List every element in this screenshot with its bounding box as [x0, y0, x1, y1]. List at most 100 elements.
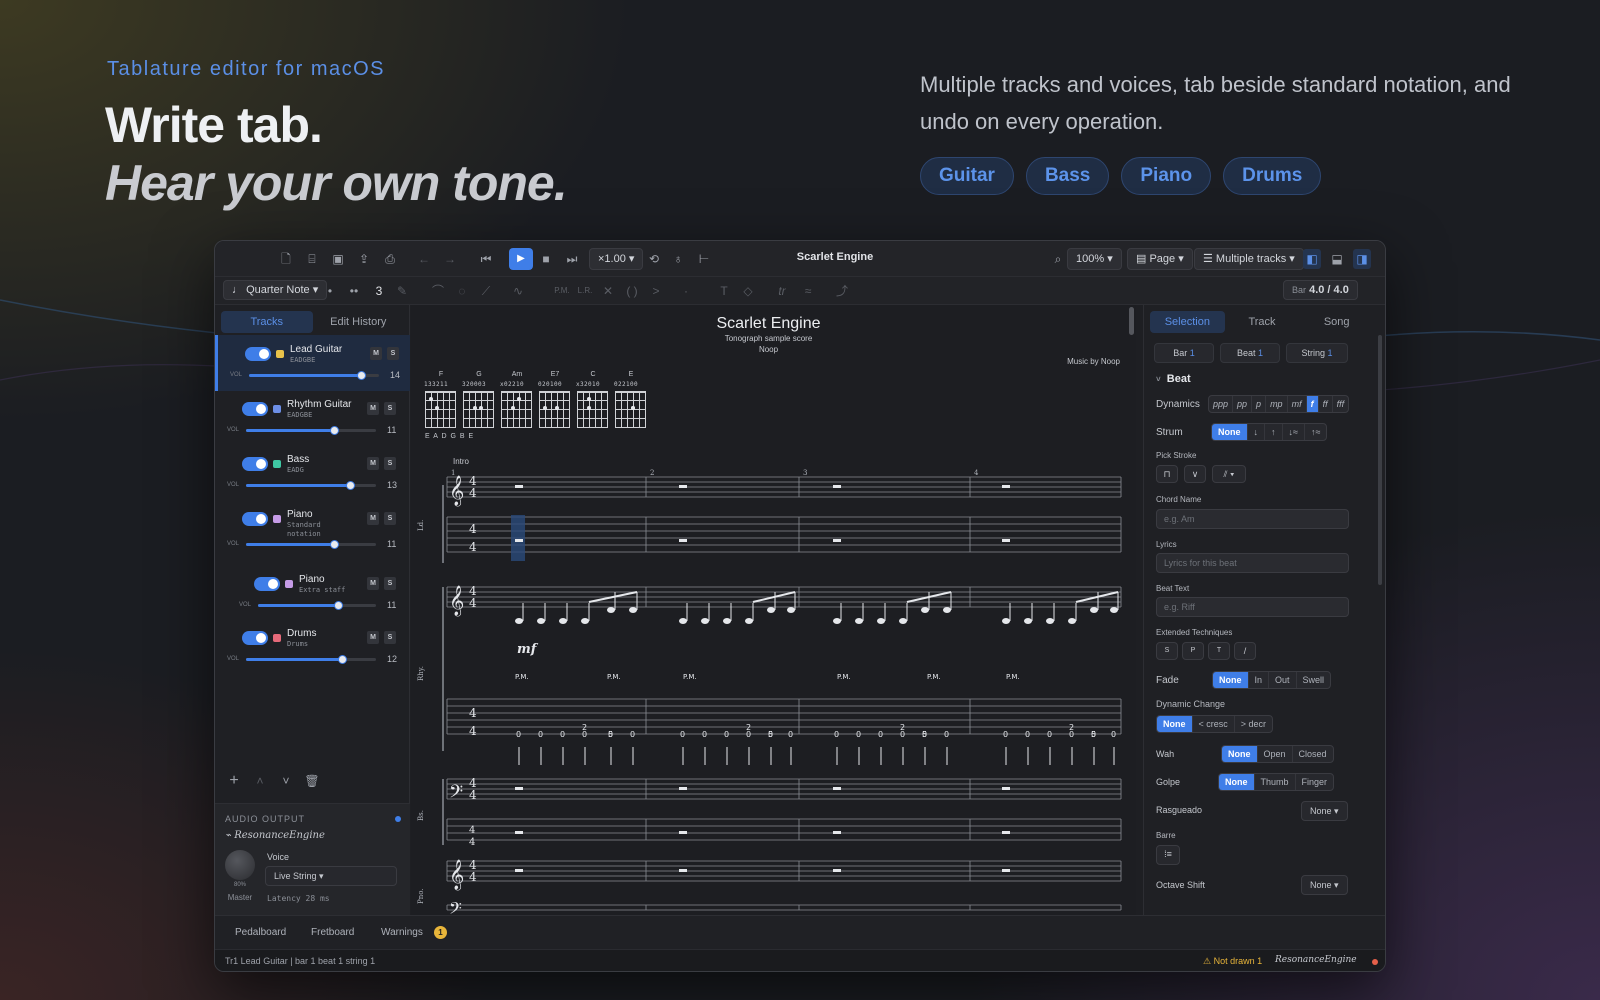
trill-icon[interactable]: tr [773, 281, 791, 301]
harmonic-icon[interactable]: ◇ [739, 281, 757, 301]
tab-edit-history[interactable]: Edit History [313, 311, 405, 333]
beat-text-input[interactable]: e.g. Riff [1156, 597, 1349, 617]
inspector-scrollbar[interactable] [1378, 335, 1382, 585]
tremolo-icon[interactable]: ≈ [799, 281, 817, 301]
tab-tracks[interactable]: Tracks [221, 311, 313, 333]
slide-icon[interactable]: ⟋ [477, 281, 495, 301]
volume-slider[interactable] [246, 655, 376, 664]
ext-slide-button[interactable]: / [1234, 642, 1256, 660]
add-track-icon[interactable]: + [225, 771, 243, 791]
beat-selector[interactable]: Beat 1 [1220, 343, 1280, 363]
track-enable-toggle[interactable] [254, 577, 280, 591]
fade-option[interactable]: Swell [1297, 672, 1331, 688]
tie-icon[interactable]: ⌒ [429, 281, 447, 301]
bend-icon[interactable]: ⤴ [833, 281, 851, 301]
golpe-option[interactable]: Finger [1296, 774, 1334, 790]
ghost-note-icon[interactable]: ( ) [623, 281, 641, 301]
zoom-select[interactable]: 100% ▾ [1067, 248, 1122, 270]
dyn-option[interactable]: ff [1319, 396, 1333, 412]
let-ring-toggle[interactable]: L.R. [575, 281, 595, 301]
volume-slider[interactable] [258, 601, 376, 610]
bar-selector[interactable]: Bar 1 [1154, 343, 1214, 363]
pill-drums[interactable]: Drums [1223, 157, 1322, 195]
track-row[interactable]: Lead Guitar EADGBE M S VOL 14 [215, 335, 410, 391]
chord-name-input[interactable]: e.g. Am [1156, 509, 1349, 529]
octave-shift-select[interactable]: None ▾ [1301, 875, 1348, 895]
dyn-option[interactable]: ppp [1209, 396, 1234, 412]
barre-button[interactable]: ⁞≡ [1156, 845, 1180, 865]
right-panel-toggle-icon[interactable]: ◨ [1353, 249, 1371, 269]
dot-icon[interactable]: • [321, 281, 339, 301]
not-drawn-warning[interactable]: ⚠ Not drawn 1 [1203, 956, 1262, 967]
duration-select[interactable]: ♩ Quarter Note ▾ [223, 280, 328, 300]
golpe-option[interactable]: Thumb [1255, 774, 1296, 790]
dynch-option[interactable]: > decr [1235, 716, 1272, 732]
pill-guitar[interactable]: Guitar [920, 157, 1014, 195]
ext-slap-button[interactable]: S [1156, 642, 1178, 660]
rasgueado-select[interactable]: None ▾ [1301, 801, 1348, 821]
string-selector[interactable]: String 1 [1286, 343, 1348, 363]
mute-button[interactable]: M [367, 512, 379, 525]
tab-pedalboard[interactable]: Pedalboard [235, 927, 286, 938]
dynch-option[interactable]: < cresc [1193, 716, 1235, 732]
strum-option[interactable]: None [1212, 424, 1248, 440]
track-enable-toggle[interactable] [242, 402, 268, 416]
palm-mute-toggle[interactable]: P.M. [551, 281, 573, 301]
fade-option[interactable]: None [1213, 672, 1249, 688]
volume-handle[interactable] [334, 601, 344, 610]
strum-option[interactable]: ↑ [1265, 424, 1283, 440]
golpe-option[interactable]: None [1219, 774, 1255, 790]
staccato-icon[interactable]: · [677, 281, 695, 301]
volume-handle[interactable] [346, 481, 355, 490]
volume-handle[interactable] [330, 426, 340, 435]
fade-option[interactable]: In [1249, 672, 1270, 688]
volume-slider[interactable] [246, 481, 376, 490]
beat-section-header[interactable]: ˅ Beat [1156, 373, 1191, 385]
text-icon[interactable]: T [715, 281, 733, 301]
dyn-option[interactable]: pp [1233, 396, 1253, 412]
volume-handle[interactable] [338, 655, 348, 664]
ghost-icon[interactable]: ◌ [453, 281, 471, 301]
track-enable-toggle[interactable] [242, 512, 268, 526]
mute-button[interactable]: M [370, 347, 382, 360]
tab-song[interactable]: Song [1299, 311, 1374, 333]
track-enable-toggle[interactable] [242, 457, 268, 471]
dyn-option[interactable]: p [1252, 396, 1267, 412]
solo-button[interactable]: S [384, 512, 396, 525]
delete-track-icon[interactable]: 🗑 [303, 771, 321, 791]
mute-button[interactable]: M [367, 402, 379, 415]
mute-button[interactable]: M [367, 577, 379, 590]
pick-down-button[interactable]: ⊓ [1156, 465, 1178, 483]
tab-fretboard[interactable]: Fretboard [311, 927, 354, 938]
track-row[interactable]: Bass EADG M S VOL 13 [215, 445, 410, 501]
pick-tremolo-select[interactable]: ⫽ ▾ [1212, 465, 1246, 483]
strum-option[interactable]: ↓ [1248, 424, 1265, 440]
search-icon[interactable]: ⌕ [1049, 249, 1067, 269]
dyn-option[interactable]: mf [1288, 396, 1307, 412]
dyn-option[interactable]: mp [1266, 396, 1288, 412]
track-mode-select[interactable]: ☰ Multiple tracks ▾ [1194, 248, 1304, 270]
master-volume-knob[interactable] [225, 850, 255, 880]
volume-handle[interactable] [330, 540, 340, 549]
solo-button[interactable]: S [384, 631, 396, 644]
dynch-option[interactable]: None [1157, 716, 1193, 732]
volume-slider[interactable] [246, 540, 376, 549]
track-row[interactable]: Drums Drums M S VOL 12 [215, 619, 410, 675]
accent-icon[interactable]: > [647, 281, 665, 301]
view-mode-select[interactable]: ▤ Page ▾ [1127, 248, 1193, 270]
strum-option[interactable]: ↑≈ [1305, 424, 1326, 440]
dyn-option[interactable]: f [1306, 396, 1319, 412]
vibrato-icon[interactable]: ∿ [509, 281, 527, 301]
ext-tap-button[interactable]: T [1208, 642, 1230, 660]
pick-up-button[interactable]: ∨ [1184, 465, 1206, 483]
bottom-panel-toggle-icon[interactable]: ⬓ [1328, 249, 1346, 269]
tab-selection[interactable]: Selection [1150, 311, 1225, 333]
solo-button[interactable]: S [387, 347, 399, 360]
volume-handle[interactable] [356, 371, 366, 380]
dead-note-icon[interactable]: ✕ [599, 281, 617, 301]
fade-option[interactable]: Out [1269, 672, 1297, 688]
solo-button[interactable]: S [384, 457, 396, 470]
track-row[interactable]: Piano Extra staff M S VOL 11 [215, 565, 410, 621]
wah-option[interactable]: Open [1258, 746, 1293, 762]
track-row[interactable]: Piano Standard notation M S VOL 11 [215, 500, 410, 556]
